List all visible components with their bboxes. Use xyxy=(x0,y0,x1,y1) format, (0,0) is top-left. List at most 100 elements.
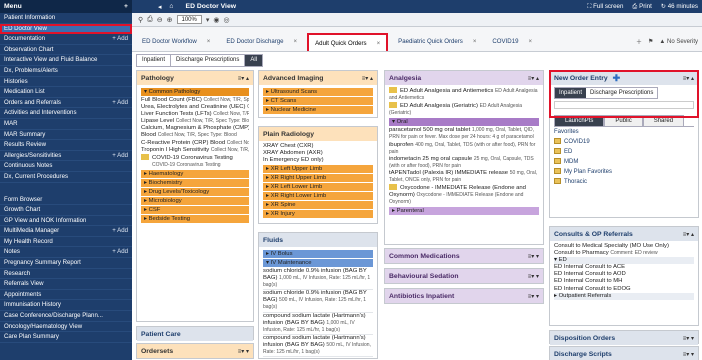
refresh-button[interactable]: ↻ 46 minutes xyxy=(661,3,698,11)
sidebar-item[interactable]: MAR xyxy=(0,119,132,130)
sidebar-item[interactable]: Observation Chart xyxy=(0,45,132,56)
pathology-order[interactable]: Urea, Electrolytes and Creatinine (UEC) … xyxy=(141,104,249,111)
radiology-folder[interactable]: ▸ XR Spine xyxy=(263,201,373,210)
fullscreen-button[interactable]: ⛶ Full screen xyxy=(587,3,623,11)
sidebar-item[interactable]: Activities and Interventions xyxy=(0,108,132,119)
binoculars-icon[interactable]: ⚲ xyxy=(138,16,143,24)
filter-discharge-prescriptions[interactable]: Discharge Prescriptions xyxy=(171,55,246,66)
fluids-folder[interactable]: ▸ IV Bolus xyxy=(263,250,373,258)
pathology-order[interactable]: C-Reactive Protein (CRP) Blood Collect N… xyxy=(141,140,249,147)
sidebar-item[interactable]: Case Conference/Discharge Plann... xyxy=(0,311,132,322)
close-icon[interactable]: × xyxy=(473,38,477,45)
sidebar-item[interactable]: MAR Summary xyxy=(0,130,132,141)
imaging-folder[interactable]: ▸ CT Scans xyxy=(263,97,373,105)
consult-order[interactable]: Consult to Pharmacy Comment: ED review xyxy=(554,250,694,257)
panel-menu-icon[interactable]: ≡▾ ▾ xyxy=(683,351,694,358)
pathology-folder[interactable]: ▸ Biochemistry xyxy=(141,178,249,187)
sidebar-item[interactable]: Pregnancy Summary Report xyxy=(0,258,132,269)
consult-order[interactable]: Consult to Medical Specialty (MO Use Onl… xyxy=(554,243,694,250)
pathology-order[interactable]: Blood Collect Now, T/R, Spec Type: Blood xyxy=(141,132,249,139)
imaging-folder[interactable]: ▸ Nuclear Medicine xyxy=(263,106,373,114)
sidebar-item[interactable]: Referrals View xyxy=(0,279,132,290)
radiology-folder[interactable]: ▸ XR Injury xyxy=(263,210,373,219)
ordersets-header[interactable]: Ordersets ≡▾ ▾ xyxy=(137,344,253,358)
pathology-order[interactable]: Full Blood Count (FBC) Collect Now, T/R,… xyxy=(141,97,249,104)
common-medications-header[interactable]: Common Medications ≡▾ ▾ xyxy=(385,249,543,263)
sidebar-item[interactable]: Growth Chart xyxy=(0,205,132,216)
pathology-folder[interactable]: ▸ Bedside Testing xyxy=(141,214,249,223)
fluid-order[interactable]: compound sodium lactate (Hartmann's) inf… xyxy=(263,335,373,358)
tab-item[interactable]: ED Doctor Discharge × xyxy=(220,33,303,51)
settings-icon[interactable]: ◉ xyxy=(213,16,219,24)
severity-filter[interactable]: ▲ No Severity xyxy=(659,39,698,45)
behavioural-sedation-header[interactable]: Behavioural Sedation ≡▾ ▾ xyxy=(385,269,543,283)
sidebar-item[interactable]: GP View and NOK Information xyxy=(0,216,132,227)
favorite-folder[interactable]: MDM xyxy=(550,157,698,167)
analgesia-careset[interactable]: ED Adult Analgesia (Geriatric) ED Adult … xyxy=(389,102,539,117)
radiology-order[interactable]: In Emergency ED only) xyxy=(263,157,373,164)
radiology-folder[interactable]: ▸ XR Right Lower Limb xyxy=(263,192,373,201)
analgesia-order[interactable]: paracetamol 500 mg oral tablet 1,000 mg,… xyxy=(389,127,539,141)
panel-menu-icon[interactable]: ≡▾ ▾ xyxy=(528,293,539,300)
fluid-order[interactable]: sodium chloride 0.9% infusion (BAG BY BA… xyxy=(263,290,373,313)
consult-order[interactable]: ED Internal Consult to EDOG xyxy=(554,286,694,293)
imaging-folder[interactable]: ▸ Ultrasound Scans xyxy=(263,88,373,96)
analgesia-order[interactable]: ibuprofen 400 mg, Oral, Tablet, TDS (wit… xyxy=(389,142,539,156)
zoom-select[interactable]: 100% xyxy=(176,15,202,24)
tab-item[interactable]: Adult Quick Orders × xyxy=(307,33,389,51)
sidebar-item[interactable]: Orders and Referrals + Add xyxy=(0,98,132,109)
panel-menu-icon[interactable]: ≡▾ ▾ xyxy=(683,335,694,342)
analgesia-order[interactable]: tAPENTadol (Palexia IR) IMMEDIATE releas… xyxy=(389,170,539,184)
disposition-header[interactable]: Disposition Orders ≡▾ ▾ xyxy=(550,331,698,345)
pathology-folder[interactable]: ▸ Microbiology xyxy=(141,196,249,205)
help-icon[interactable]: ◎ xyxy=(223,16,229,24)
sidebar-item[interactable]: Patient Information xyxy=(0,13,132,24)
panel-menu-icon[interactable]: ≡▾ ▾ xyxy=(238,348,249,355)
sidebar-item[interactable]: Medication List xyxy=(0,87,132,98)
consult-order[interactable]: ED Internal Consult to AOD xyxy=(554,271,694,278)
sidebar-item[interactable]: Histories xyxy=(0,77,132,88)
analgesia-folder[interactable]: ▾ Oral xyxy=(389,118,539,127)
zoom-in-icon[interactable]: ⊕ xyxy=(167,16,173,24)
back-icon[interactable]: ◂ xyxy=(158,3,161,11)
filter-all[interactable]: All xyxy=(245,55,263,66)
tab-item[interactable]: COVID19 × xyxy=(486,33,538,51)
sidebar-add-button[interactable]: + xyxy=(124,3,128,10)
panel-menu-icon[interactable]: ≡▾ ▴ xyxy=(683,231,694,238)
favorite-folder[interactable]: My Plan Favorites xyxy=(550,167,698,177)
sidebar-item[interactable]: Interactive View and Fluid Balance xyxy=(0,55,132,66)
panel-menu-icon[interactable]: ≡▾ ▴ xyxy=(528,75,539,82)
print-button[interactable]: ⎙ Print xyxy=(632,3,651,11)
pathology-order[interactable]: Calcium, Magnesium & Phosphate (CMP) Lev… xyxy=(141,125,249,132)
sidebar-item-add[interactable]: + Add xyxy=(112,34,128,44)
sidebar-item[interactable]: Research xyxy=(0,269,132,280)
sidebar-item[interactable]: My Health Record xyxy=(0,237,132,248)
pathology-folder[interactable]: ▸ CSF xyxy=(141,205,249,214)
sidebar-item[interactable]: Allergies/Sensitivities + Add xyxy=(0,151,132,162)
sidebar-item[interactable]: ED Doctor View xyxy=(0,23,132,35)
analgesia-careset[interactable]: ED Adult Analgesia and Antiemetics ED Ad… xyxy=(389,87,539,102)
filter-inpatient[interactable]: Inpatient xyxy=(137,55,172,66)
close-icon[interactable]: × xyxy=(294,38,298,45)
radiology-order[interactable]: XRAY Chest (CXR) xyxy=(263,143,373,150)
sidebar-item[interactable]: Immunisation History xyxy=(0,300,132,312)
pathology-folder[interactable]: ▸ Haematology xyxy=(141,169,249,178)
panel-menu-icon[interactable]: ≡▾ ▾ xyxy=(528,253,539,260)
consult-order[interactable]: ED Internal Consult to ACE xyxy=(554,264,694,271)
consult-folder[interactable]: ▸ Outpatient Referrals xyxy=(554,292,694,300)
close-icon[interactable]: × xyxy=(528,38,532,45)
sidebar-item-add[interactable]: + Add xyxy=(112,247,128,257)
tab-item[interactable]: ED Doctor Workflow × xyxy=(136,33,216,51)
sidebar-item-add[interactable]: + Add xyxy=(112,151,128,161)
patient-care-header[interactable]: Patient Care xyxy=(137,327,253,341)
panel-menu-icon[interactable]: ≡▾ ▴ xyxy=(238,75,249,82)
discharge-scripts-header[interactable]: Discharge Scripts ≡▾ ▾ xyxy=(550,347,698,360)
sidebar-item[interactable]: Care Plan Summary xyxy=(0,332,132,343)
consult-order[interactable]: ED Internal Consult to MH xyxy=(554,278,694,285)
sidebar-item-add[interactable]: + Add xyxy=(112,226,128,236)
tab-item[interactable]: Paediatric Quick Orders × xyxy=(392,33,482,51)
radiology-order[interactable]: XRAY Abdomen (AXR) xyxy=(263,150,373,157)
pathology-folder[interactable]: ▾ Common Pathology xyxy=(141,88,249,96)
sidebar-item[interactable]: Dx, Problems/Alerts xyxy=(0,66,132,77)
sidebar-item[interactable]: Notes + Add xyxy=(0,247,132,259)
